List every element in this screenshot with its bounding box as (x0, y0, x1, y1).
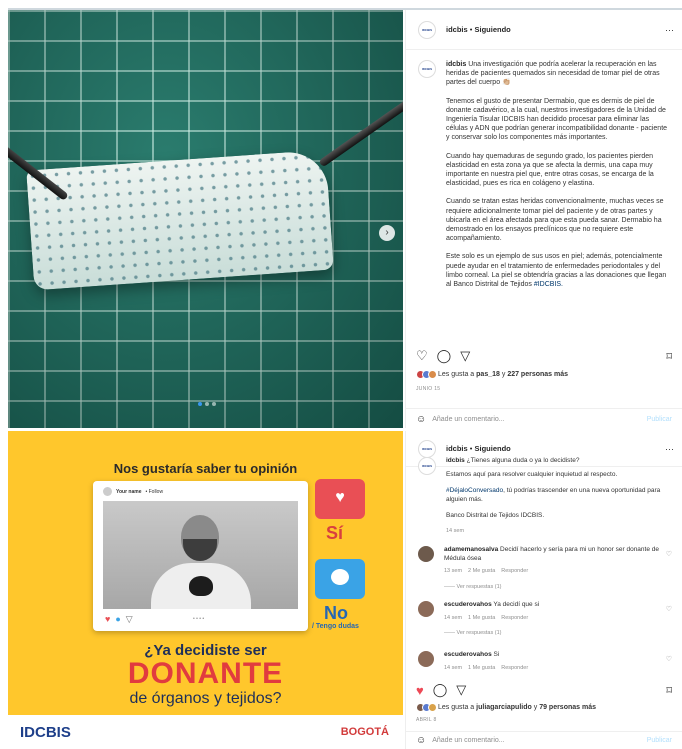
post-dermabio: › IDCBIS idcbis • Siguiendo ··· IDCBIS i… (8, 8, 682, 428)
follow-status[interactable]: Siguiendo (475, 25, 511, 34)
chat-bubble-icon (331, 569, 349, 585)
publish-button[interactable]: Publicar (647, 737, 672, 744)
yes-heart-tile: ♥ (315, 479, 365, 519)
bookmark-icon[interactable]: ⌑ (666, 684, 672, 697)
heart-icon: ♥ (335, 489, 345, 506)
graphic-title: Nos gustaría saber tu opinión (113, 461, 298, 476)
comment-like-icon[interactable]: ♡ (666, 605, 672, 613)
post-caption: IDCBIS idcbis Una investigación que podr… (418, 60, 672, 298)
comment-bar: ☺ Añade un comentario... Publicar (406, 408, 682, 430)
caption-username[interactable]: idcbis (446, 61, 466, 68)
view-replies-link[interactable]: —— Ver respuestas (1) (444, 583, 672, 592)
post-sidebar: IDCBIS idcbis • Siguiendo ··· IDCBIS idc… (405, 431, 682, 749)
header-username[interactable]: idcbis (446, 444, 468, 453)
caption-time: 14 sem (446, 527, 465, 534)
header-username[interactable]: idcbis (446, 25, 468, 34)
bubble-icon: ● (115, 614, 121, 624)
comment-input[interactable]: Añade un comentario... (432, 737, 504, 744)
heart-outline-icon[interactable]: ♡ (416, 348, 428, 364)
avatar[interactable]: IDCBIS (418, 457, 436, 475)
emoji-icon[interactable]: ☺ (416, 414, 426, 425)
post-caption: IDCBIS idcbis ¿Tienes alguna duda o ya l… (418, 457, 672, 545)
comment-input[interactable]: Añade un comentario... (432, 416, 504, 423)
list-item: adamemanosalva Decidí hacerlo y sería pa… (418, 546, 672, 591)
mock-post-card: Your name • Follow ♥ ● ▽ • • • • (93, 481, 308, 631)
no-label: No (324, 603, 348, 623)
comment-icon[interactable]: ◯ (437, 348, 452, 364)
comment-like-icon[interactable]: ♡ (666, 655, 672, 663)
no-sub-label: / Tengo dudas (312, 623, 359, 630)
hashtag-link[interactable]: #DéjaloConversado (446, 487, 503, 494)
bogota-logo: BOGOTÁ (340, 726, 389, 738)
caption-username[interactable]: idcbis (446, 457, 465, 464)
graphic-organos: de órganos y tejidos? (129, 690, 282, 707)
bookmark-icon[interactable]: ⌑ (666, 350, 672, 363)
action-bar: ♥ ◯ ▽ ⌑ (416, 682, 672, 698)
action-bar: ♡ ◯ ▽ ⌑ (416, 348, 672, 364)
avatar[interactable]: IDCBIS (418, 60, 436, 78)
carousel-dots (198, 402, 216, 406)
yes-label: Sí (326, 523, 344, 543)
follow-status[interactable]: Siguiendo (475, 444, 511, 453)
send-icon[interactable]: ▽ (460, 348, 470, 364)
publish-button[interactable]: Publicar (647, 416, 672, 423)
avatar[interactable] (418, 651, 434, 667)
avatar[interactable]: IDCBIS (418, 439, 436, 458)
list-item: escuderovahos Si 14 sem 1 Me gusta Respond… (418, 651, 672, 672)
view-replies-link[interactable]: —— Ver respuestas (1) (444, 629, 672, 638)
no-bubble-tile (315, 559, 365, 599)
likes-summary[interactable]: Les gusta a juliagarciapulido y 79 perso… (416, 703, 596, 712)
post-date: JUNIO 15 (416, 386, 441, 392)
dermis-tissue-sample (26, 149, 334, 291)
hashtag-link[interactable]: #IDCBIS. (534, 281, 563, 288)
more-options-icon[interactable]: ··· (665, 25, 674, 35)
idcbis-logo: IDCBIS (20, 724, 71, 741)
send-icon: ▽ (125, 614, 133, 624)
likes-summary[interactable]: Les gusta a pas_18 y 227 personas más (416, 370, 568, 379)
avatar[interactable]: IDCBIS (418, 20, 436, 39)
send-icon[interactable]: ▽ (456, 682, 466, 698)
post-donante: Nos gustaría saber tu opinión Your name •… (8, 431, 682, 749)
post-image-tissue[interactable]: › (8, 10, 403, 428)
avatar[interactable] (418, 601, 434, 617)
post-sidebar: IDCBIS idcbis • Siguiendo ··· IDCBIS idc… (405, 10, 682, 428)
heart-filled-icon[interactable]: ♥ (416, 683, 424, 698)
emoji-icon[interactable]: ☺ (416, 735, 426, 746)
more-options-icon[interactable]: ··· (665, 444, 674, 454)
post-header: IDCBIS idcbis • Siguiendo ··· (406, 10, 682, 50)
list-item: escuderovahos Ya decidí que si 14 sem 1 M… (418, 601, 672, 638)
post-image-donante[interactable]: Nos gustaría saber tu opinión Your name •… (8, 431, 403, 749)
graphic-donante: DONANTE (127, 657, 284, 690)
post-date: ABRIL 8 (416, 717, 437, 723)
comment-bar: ☺ Añade un comentario... Publicar (406, 731, 682, 749)
man-holding-heart-photo (103, 501, 298, 609)
comment-like-icon[interactable]: ♡ (666, 550, 672, 558)
heart-icon: ♥ (105, 614, 111, 624)
carousel-next-icon[interactable]: › (379, 225, 395, 241)
avatar[interactable] (418, 546, 434, 562)
comment-icon[interactable]: ◯ (433, 682, 448, 698)
